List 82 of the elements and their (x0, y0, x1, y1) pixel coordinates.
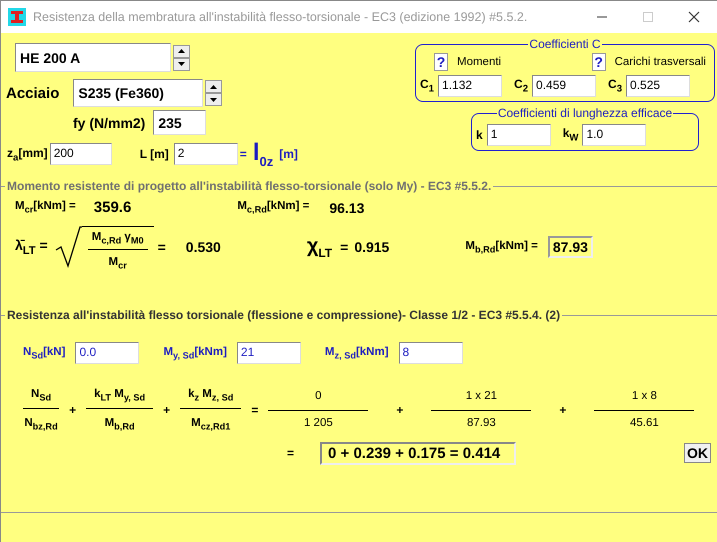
za-label: z$_{a}$[mm] (7, 146, 48, 164)
coefficient-label: C$_{3}$ (608, 77, 622, 95)
triangle-down-icon (210, 98, 218, 102)
load-field[interactable]: 21 (236, 342, 301, 364)
denominator: M$_{cz,Rd1}$ (191, 416, 230, 432)
lambda-symbol: λ̄$_{LT}$ = (15, 237, 48, 258)
triangle-down-icon (178, 62, 185, 66)
lambda-value: 0.530 (186, 239, 221, 256)
denominator: N$_{bz,Rd}$ (24, 416, 58, 432)
steel-field[interactable]: S235 (Fe360) (73, 79, 204, 107)
equals-sign: = (287, 446, 294, 460)
help-button[interactable]: ? (434, 53, 448, 71)
l0z-symbol: l$_{0z}$ (252, 141, 274, 168)
group-title: Coefficienti C (528, 37, 602, 51)
triangle-up-icon (178, 49, 185, 53)
spin-up-button[interactable] (173, 44, 190, 58)
coefficient-label: C$_{1}$ (420, 77, 434, 95)
spin-down-button[interactable] (173, 58, 190, 70)
mcr-label: M$_{cr}$[kNm] = (15, 200, 76, 215)
numerator: M$_{c,Rd}$ γ$_{M0}$ (88, 231, 148, 250)
coefficient-field[interactable]: 1.132 (438, 75, 502, 97)
chi-value: 0.915 (354, 239, 390, 256)
steel-label: Acciaio (6, 84, 60, 102)
fy-label: fy (N/mm2) (73, 114, 146, 130)
denominator: M$_{b,Rd}$ (104, 416, 135, 432)
numerator: 1 x 21 (431, 390, 532, 412)
coefficient-label: k (476, 128, 483, 142)
chi-symbol: χ$_{LT}$ (306, 234, 332, 260)
load-field[interactable]: 0.0 (75, 342, 140, 364)
maximize-icon (642, 11, 654, 23)
equals-sign: = (340, 239, 348, 256)
section-title: Resistenza all'instabilità flesso torsionale (flessione e compressione)- Classe 1/2 - EC3 #5.5.4. (2) (6, 308, 562, 322)
load-field[interactable]: 8 (398, 342, 463, 364)
denominator: 1 205 (304, 416, 333, 430)
plus-sign: + (163, 402, 170, 417)
numerator: N$_{Sd}$ (23, 388, 60, 410)
numerator: 1 x 8 (594, 390, 694, 412)
help-button[interactable]: ? (592, 53, 606, 71)
spin-up-button[interactable] (205, 80, 222, 93)
equals-sign: = (251, 402, 258, 417)
numerator: 0 (268, 390, 368, 412)
coefficient-label: C$_{2}$ (514, 77, 528, 95)
close-icon (688, 11, 700, 23)
coefficient-field[interactable]: 1 (486, 124, 551, 146)
coefficient-field[interactable]: 0.525 (626, 75, 690, 97)
triangle-up-icon (210, 84, 218, 88)
plus-sign: + (559, 402, 566, 417)
coefficient-label: k$_{W}$ (562, 126, 578, 144)
mbrd-label: M$_{b,Rd}$[kNm] = (465, 240, 538, 254)
za-field[interactable]: 200 (50, 143, 112, 166)
coefficient-field[interactable]: 1.0 (582, 124, 646, 146)
denominator: M$_{cr}$ (108, 255, 127, 271)
l0z-unit: [m] (279, 147, 298, 162)
help-label: Carichi trasversali (614, 56, 706, 68)
load-label: M$_{z, Sd}$[kNm] (324, 346, 389, 360)
ok-button[interactable]: OK (684, 443, 711, 464)
i-beam-icon (8, 8, 26, 26)
help-label: Momenti (457, 56, 502, 68)
load-label: N$_{Sd}$[kN] (23, 346, 66, 360)
mcr-value: 359.6 (94, 199, 132, 216)
denominator: 45.61 (630, 416, 659, 430)
equals-sign: = (158, 239, 166, 256)
mbrd-value: 87.93 (548, 236, 593, 258)
spin-down-button[interactable] (205, 93, 222, 106)
mcrd-label: M$_{c,Rd}$[kNm] = (237, 200, 310, 215)
plus-sign: + (396, 402, 404, 417)
length-field[interactable]: 2 (174, 143, 238, 166)
result-value: 0 + 0.239 + 0.175 = 0.414 (320, 442, 516, 465)
numerator: k$_{z}$ M$_{z, Sd}$ (180, 388, 242, 410)
numerator: k$_{LT}$ M$_{y, Sd}$ (86, 388, 154, 410)
equals-sign: = (240, 147, 247, 162)
plus-sign: + (69, 402, 76, 417)
denominator: 87.93 (466, 416, 496, 430)
section-title: Momento resistente di progetto all'instabilità flesso-torsionale (solo My) - EC3 #5.5.2. (6, 179, 492, 193)
window-title: Resistenza della membratura all'instabilità flesso-torsionale - EC3 (edizione 1992) #5.5.2. (33, 10, 528, 24)
length-label: L [m] (140, 147, 169, 162)
mcrd-value: 96.13 (329, 200, 364, 216)
coefficient-field[interactable]: 0.459 (532, 75, 596, 97)
fy-field[interactable]: 235 (153, 110, 206, 135)
load-label: M$_{y, Sd}$[kNm] (163, 346, 227, 360)
group-title: Coefficienti di lunghezza efficace (496, 106, 674, 120)
profile-field[interactable]: HE 200 A (15, 43, 171, 72)
